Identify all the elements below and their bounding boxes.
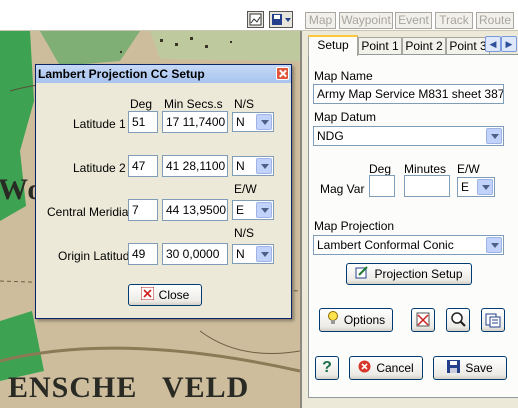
origin-latitude-min-field[interactable]: 30 0,0000 xyxy=(162,243,228,265)
map-name-label: Map Name xyxy=(314,69,373,83)
close-button[interactable]: Close xyxy=(128,284,202,306)
save-label: Save xyxy=(465,361,493,375)
tab-setup[interactable]: Setup xyxy=(308,35,358,56)
save-button[interactable]: Save xyxy=(433,356,507,380)
ns-header: N/S xyxy=(234,97,255,111)
magvar-minutes-field[interactable] xyxy=(404,175,450,197)
map-name-field[interactable]: Army Map Service M831 sheet 387 E xyxy=(313,84,504,104)
cancel-x-icon xyxy=(358,358,371,380)
map-projection-value: Lambert Conformal Conic xyxy=(317,238,454,252)
map-datum-value: NDG xyxy=(317,129,344,143)
toolbar-map-button[interactable]: Map xyxy=(305,12,336,29)
latitude-2-deg-field[interactable]: 47 xyxy=(128,155,158,177)
latitude-1-ns-select[interactable]: N xyxy=(232,112,274,132)
dialog-titlebar[interactable]: Lambert Projection CC Setup xyxy=(36,65,291,83)
cancel-button[interactable]: Cancel xyxy=(349,356,423,380)
clear-map-button[interactable] xyxy=(411,308,435,332)
toolbar-waypoint-button[interactable]: Waypoint xyxy=(339,12,393,29)
row-label-latitude-2: Latitude 2 xyxy=(73,161,126,175)
floppy-disk-icon xyxy=(447,358,461,380)
zoom-button[interactable] xyxy=(446,308,470,332)
setup-tab-content: Map Name Army Map Service M831 sheet 387… xyxy=(308,54,518,398)
close-icon[interactable] xyxy=(276,67,289,80)
magvar-minutes-header: Minutes xyxy=(404,162,447,176)
magvar-ew-value: E xyxy=(461,180,470,194)
properties-button[interactable] xyxy=(481,308,505,332)
tab-point-1[interactable]: Point 1 xyxy=(358,37,402,55)
central-meridian-ew-select[interactable]: E xyxy=(232,200,274,220)
projection-setup-button[interactable]: Projection Setup xyxy=(346,263,472,285)
help-button[interactable]: ? xyxy=(315,356,339,380)
row-label-central-meridian: Central Meridian xyxy=(47,205,136,219)
properties-icon xyxy=(485,313,501,328)
origin-latitude-deg-field[interactable]: 49 xyxy=(128,243,158,265)
tab-scroll-right-icon[interactable]: ▶ xyxy=(501,36,517,52)
central-meridian-ew-value: E xyxy=(236,203,245,217)
tab-strip: Setup Point 1 Point 2 Point 3 ◀ ▶ xyxy=(308,35,518,56)
map-datum-select[interactable]: NDG xyxy=(313,126,504,146)
map-image-icon[interactable] xyxy=(247,11,264,28)
map-datum-label: Map Datum xyxy=(314,110,377,124)
projection-setup-label: Projection Setup xyxy=(374,267,463,281)
dialog-title: Lambert Projection CC Setup xyxy=(38,67,205,81)
cancel-label: Cancel xyxy=(376,361,414,375)
magnifier-icon xyxy=(451,312,466,327)
origin-latitude-ns-select[interactable]: N xyxy=(232,244,274,264)
top-toolbar: Map Waypoint Event Track Route xyxy=(0,0,518,31)
min-secs-header: Min Secs.s xyxy=(164,97,223,111)
latitude-1-ns-value: N xyxy=(236,115,245,129)
toolbar-route-button[interactable]: Route xyxy=(476,12,514,29)
chevron-down-icon[interactable] xyxy=(256,114,272,130)
chevron-down-icon[interactable] xyxy=(486,237,502,253)
lambert-setup-dialog: Lambert Projection CC Setup Deg Min Secs… xyxy=(35,64,292,319)
toolbar-track-button[interactable]: Track xyxy=(435,12,473,29)
map-text-ensche: ENSCHE xyxy=(8,371,138,404)
latitude-2-ns-select[interactable]: N xyxy=(232,156,274,176)
question-icon: ? xyxy=(322,359,332,376)
origin-latitude-ns-value: N xyxy=(236,247,245,261)
chevron-down-icon[interactable] xyxy=(256,246,272,262)
map-projection-select[interactable]: Lambert Conformal Conic xyxy=(313,235,504,255)
tab-point-2[interactable]: Point 2 xyxy=(402,37,446,55)
chevron-down-icon[interactable] xyxy=(256,158,272,174)
map-text-veld: VELD xyxy=(162,371,250,404)
tab-scroll: ◀ ▶ xyxy=(485,36,517,52)
close-label: Close xyxy=(158,288,190,302)
chevron-down-icon[interactable] xyxy=(256,202,272,218)
magvar-deg-field[interactable] xyxy=(369,175,395,197)
map-setup-panel: Setup Point 1 Point 2 Point 3 ◀ ▶ Map Na… xyxy=(300,31,518,408)
lightbulb-icon xyxy=(327,310,339,332)
options-button[interactable]: Options xyxy=(319,308,393,332)
ew-header: E/W xyxy=(234,182,257,196)
clear-map-icon xyxy=(416,312,430,327)
tab-scroll-left-icon[interactable]: ◀ xyxy=(485,36,501,52)
save-dropdown-icon[interactable] xyxy=(269,11,293,28)
magvar-label: Mag Var xyxy=(320,182,365,196)
map-projection-label: Map Projection xyxy=(314,219,395,233)
toolbar-event-button[interactable]: Event xyxy=(395,12,432,29)
row-label-origin-latitude: Origin Latitude xyxy=(58,249,137,263)
dialog-body: Deg Min Secs.s N/S Latitude 1 51 17 11,7… xyxy=(36,83,291,318)
projection-edit-icon xyxy=(355,265,369,285)
close-dialog-icon xyxy=(140,286,155,306)
latitude-2-min-field[interactable]: 41 28,1100 xyxy=(162,155,228,177)
magvar-deg-header: Deg xyxy=(369,162,392,176)
central-meridian-deg-field[interactable]: 7 xyxy=(128,199,158,221)
chevron-down-icon[interactable] xyxy=(477,179,493,195)
magvar-ew-select[interactable]: E xyxy=(457,177,495,197)
ns-header-2: N/S xyxy=(234,226,255,240)
tab-point-3[interactable]: Point 3 xyxy=(446,37,490,55)
latitude-2-ns-value: N xyxy=(236,159,245,173)
central-meridian-min-field[interactable]: 44 13,9500 xyxy=(162,199,228,221)
latitude-1-deg-field[interactable]: 51 xyxy=(128,111,158,133)
options-label: Options xyxy=(343,313,386,327)
latitude-1-min-field[interactable]: 17 11,7400 xyxy=(162,111,228,133)
row-label-latitude-1: Latitude 1 xyxy=(73,117,126,131)
deg-header: Deg xyxy=(130,97,153,111)
chevron-down-icon[interactable] xyxy=(486,128,502,144)
magvar-ew-header: E/W xyxy=(457,162,480,176)
